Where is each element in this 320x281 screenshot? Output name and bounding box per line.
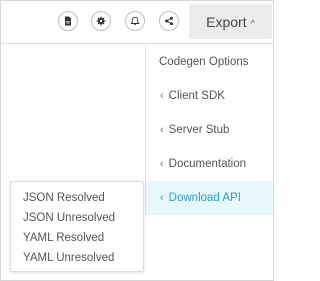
top-toolbar: Export ^ xyxy=(1,1,273,44)
menu-item-server-stub[interactable]: ‹ Server Stub xyxy=(146,113,273,147)
menu-header: Codegen Options xyxy=(159,56,249,68)
chevron-up-icon: ^ xyxy=(250,17,255,28)
chevron-left-icon: ‹ xyxy=(160,124,164,136)
export-button[interactable]: Export ^ xyxy=(189,4,272,39)
chevron-left-icon: ‹ xyxy=(160,192,164,204)
menu-item-label: Documentation xyxy=(168,158,247,170)
chevron-left-icon: ‹ xyxy=(160,90,164,102)
share-icon[interactable] xyxy=(159,11,179,31)
menu-item-download-api[interactable]: ‹ Download API xyxy=(146,181,273,215)
submenu-item-yaml-unresolved[interactable]: YAML Unresolved xyxy=(11,248,143,268)
menu-item-label: Server Stub xyxy=(168,124,230,136)
submenu-item-json-resolved[interactable]: JSON Resolved xyxy=(11,188,143,208)
download-api-submenu: JSON Resolved JSON Unresolved YAML Resol… xyxy=(10,181,144,272)
submenu-item-json-unresolved[interactable]: JSON Unresolved xyxy=(11,208,143,228)
app-window: Export ^ Codegen Options ‹ Client SDK ‹ … xyxy=(0,0,274,281)
settings-icon[interactable] xyxy=(91,11,111,31)
chevron-left-icon: ‹ xyxy=(160,158,164,170)
export-menu: Codegen Options ‹ Client SDK ‹ Server St… xyxy=(145,45,273,215)
menu-item-client-sdk[interactable]: ‹ Client SDK xyxy=(146,79,273,113)
menu-item-label: Download API xyxy=(168,192,241,204)
submenu-item-yaml-resolved[interactable]: YAML Resolved xyxy=(11,228,143,248)
menu-item-label: Client SDK xyxy=(168,90,225,102)
document-icon[interactable] xyxy=(58,11,78,31)
bell-icon[interactable] xyxy=(125,11,145,31)
export-label: Export xyxy=(206,13,247,30)
menu-item-documentation[interactable]: ‹ Documentation xyxy=(146,147,273,181)
